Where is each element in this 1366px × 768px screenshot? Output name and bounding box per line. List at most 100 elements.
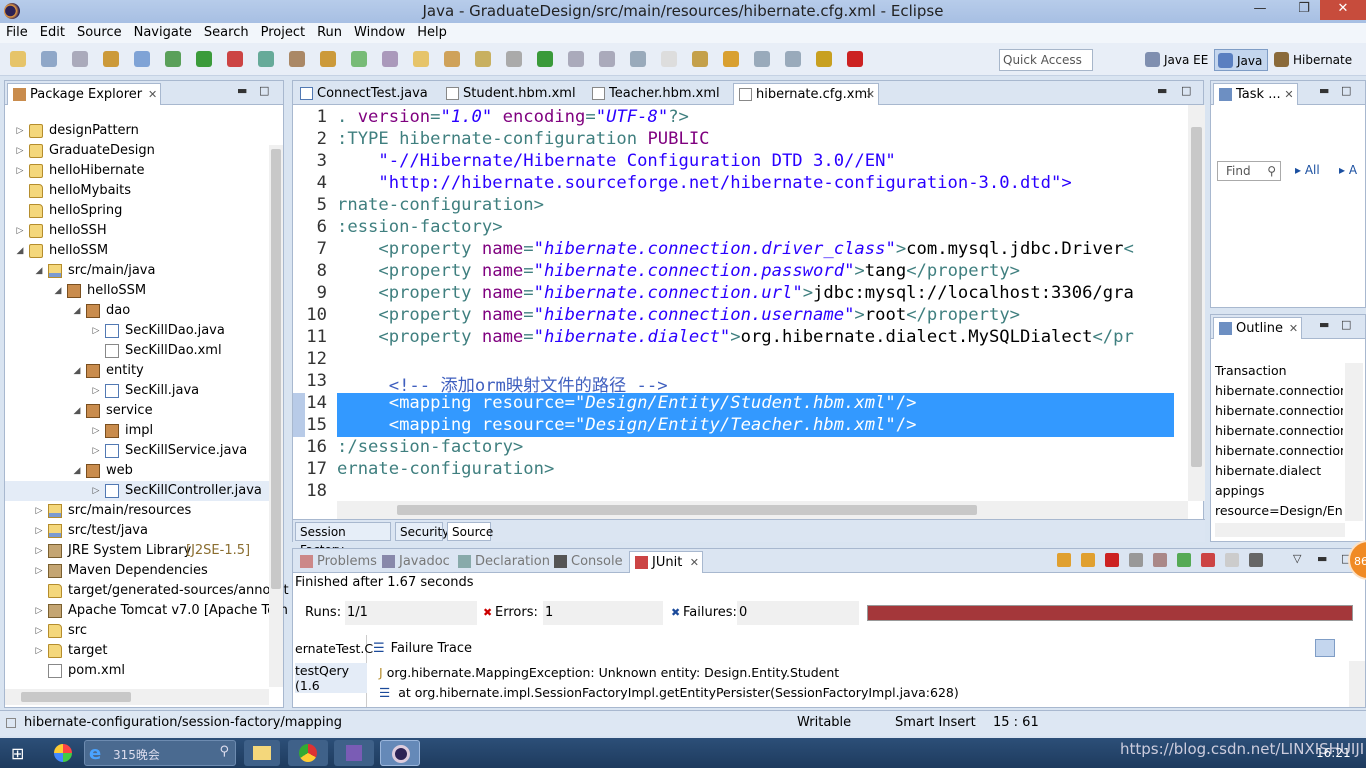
- tree-item[interactable]: ◢ service: [5, 401, 269, 421]
- outline-item[interactable]: hibernate.dialect: [1215, 463, 1321, 478]
- editor-hscrollbar[interactable]: [337, 501, 1188, 519]
- task-find-input[interactable]: Find ⚲: [1217, 161, 1281, 181]
- code-line[interactable]: <property name="hibernate.connection.url…: [337, 283, 1133, 303]
- outline-scrollbar[interactable]: [1345, 363, 1363, 521]
- expand-arrow-icon[interactable]: ▷: [15, 221, 25, 241]
- close-icon[interactable]: ✕: [1284, 84, 1293, 105]
- toolbar-tool-icon[interactable]: [41, 51, 57, 67]
- editor-mode-tab[interactable]: Session Factory: [295, 522, 391, 557]
- maximize-icon[interactable]: □: [1341, 318, 1351, 331]
- close-icon[interactable]: ✕: [690, 552, 699, 573]
- expand-arrow-icon[interactable]: ▷: [91, 381, 101, 401]
- toolbar-tool-icon[interactable]: [320, 51, 336, 67]
- xml-source-editor[interactable]: 1. version="1.0" encoding="UTF-8"?> 2:TYP…: [293, 105, 1188, 501]
- expand-arrow-icon[interactable]: ◢: [72, 301, 82, 321]
- tab-javadoc[interactable]: Javadoc: [377, 551, 451, 573]
- maximize-button[interactable]: ❐: [1290, 0, 1318, 20]
- expand-arrow-icon[interactable]: ◢: [72, 361, 82, 381]
- toolbar-tool-icon[interactable]: [258, 51, 274, 67]
- code-line[interactable]: <mapping resource="Design/Entity/Student…: [337, 393, 917, 413]
- tree-item[interactable]: ▷ GraduateDesign: [5, 141, 269, 161]
- perspective-java[interactable]: Java: [1214, 49, 1268, 71]
- junit-tool-icon[interactable]: [1225, 553, 1239, 567]
- menu-source[interactable]: Source: [71, 23, 128, 43]
- tab-junit[interactable]: JUnit ✕: [629, 551, 703, 573]
- tree-item[interactable]: ▷ Apache Tomcat v7.0 [Apache Tom: [5, 601, 288, 621]
- junit-tool-icon[interactable]: [1081, 553, 1095, 567]
- expand-arrow-icon[interactable]: ▷: [34, 641, 44, 661]
- toolbar-tool-icon[interactable]: [10, 51, 26, 67]
- junit-tool-icon[interactable]: [1153, 553, 1167, 567]
- close-icon[interactable]: ✕: [148, 84, 157, 105]
- minimize-icon[interactable]: ▬: [1157, 84, 1167, 97]
- perspective-java-ee[interactable]: Java EE: [1142, 49, 1212, 71]
- menu-project[interactable]: Project: [255, 23, 311, 43]
- tab-declaration[interactable]: Declaration: [453, 551, 550, 573]
- close-icon[interactable]: ✕: [1289, 318, 1298, 339]
- toolbar-tool-icon[interactable]: [754, 51, 770, 67]
- junit-tool-icon[interactable]: [1057, 553, 1071, 567]
- editor-tab[interactable]: ConnectTest.java: [295, 83, 435, 105]
- editor-vscrollbar[interactable]: [1188, 105, 1205, 501]
- junit-tool-icon[interactable]: [1105, 553, 1119, 567]
- code-line[interactable]: :ession-factory>: [337, 217, 503, 237]
- minimize-button[interactable]: —: [1246, 0, 1274, 20]
- expand-arrow-icon[interactable]: ▷: [34, 561, 44, 581]
- expand-arrow-icon[interactable]: ▷: [34, 541, 44, 561]
- toolbar-tool-icon[interactable]: [506, 51, 522, 67]
- editor-tab[interactable]: hibernate.cfg.xml ✕: [733, 83, 879, 105]
- taskbar-chrome[interactable]: [288, 740, 328, 766]
- tree-item[interactable]: ◢ web: [5, 461, 269, 481]
- test-class-item[interactable]: ernateTest.C: [295, 641, 373, 656]
- code-line[interactable]: "-//Hibernate/Hibernate Configuration DT…: [337, 151, 895, 171]
- tree-item[interactable]: helloMybaits: [5, 181, 269, 201]
- toolbar-tool-icon[interactable]: [475, 51, 491, 67]
- minimize-icon[interactable]: ▬: [1317, 552, 1327, 565]
- outline-item[interactable]: Transaction: [1215, 363, 1287, 378]
- code-line[interactable]: <mapping resource="Design/Entity/Teacher…: [337, 415, 917, 435]
- minimize-icon[interactable]: ▬: [237, 84, 247, 97]
- expand-arrow-icon[interactable]: ◢: [72, 401, 82, 421]
- tree-item[interactable]: ▷ src/main/resources: [5, 501, 269, 521]
- outline-item[interactable]: hibernate.connection.c: [1215, 383, 1343, 398]
- editor-tab[interactable]: Teacher.hbm.xml: [587, 83, 727, 105]
- menu-help[interactable]: Help: [411, 23, 453, 43]
- expand-arrow-icon[interactable]: ◢: [72, 461, 82, 481]
- tree-item[interactable]: SecKillDao.xml: [5, 341, 269, 361]
- expand-arrow-icon[interactable]: ▷: [15, 121, 25, 141]
- code-line[interactable]: <property name="hibernate.connection.pas…: [337, 261, 1020, 281]
- tree-item[interactable]: ▷ SecKill.java: [5, 381, 269, 401]
- app-360-button[interactable]: [48, 740, 78, 766]
- maximize-icon[interactable]: □: [1341, 84, 1351, 97]
- toolbar-tool-icon[interactable]: [444, 51, 460, 67]
- expand-arrow-icon[interactable]: ▷: [34, 521, 44, 541]
- tree-item[interactable]: ▷ JRE System Library [J2SE-1.5]: [5, 541, 269, 561]
- outline-item[interactable]: appings: [1215, 483, 1264, 498]
- menu-navigate[interactable]: Navigate: [128, 23, 198, 43]
- code-line[interactable]: <property name="hibernate.connection.dri…: [337, 239, 1133, 259]
- tree-item[interactable]: pom.xml: [5, 661, 269, 681]
- expand-arrow-icon[interactable]: ▷: [34, 621, 44, 641]
- start-button[interactable]: ⊞: [6, 740, 32, 766]
- tree-item[interactable]: ◢ dao: [5, 301, 269, 321]
- tree-item[interactable]: ◢ helloSSM: [5, 281, 269, 301]
- tree-item[interactable]: ▷ SecKillDao.java: [5, 321, 269, 341]
- tree-item[interactable]: ◢ src/main/java: [5, 261, 269, 281]
- quick-access-input[interactable]: Quick Access: [999, 49, 1093, 71]
- taskbar-search-box[interactable]: e 315晚会 ⚲: [84, 740, 236, 766]
- tree-item[interactable]: ▷ src: [5, 621, 269, 641]
- tree-item[interactable]: ▷ impl: [5, 421, 269, 441]
- tree-item[interactable]: ◢ helloSSM: [5, 241, 269, 261]
- editor-mode-tab[interactable]: Security: [395, 522, 449, 541]
- expand-arrow-icon[interactable]: ▷: [91, 481, 101, 501]
- menu-edit[interactable]: Edit: [34, 23, 71, 43]
- outline-item[interactable]: hibernate.connection.u: [1215, 423, 1343, 438]
- toolbar-tool-icon[interactable]: [630, 51, 646, 67]
- task-activate-link[interactable]: ▸ A: [1339, 163, 1357, 177]
- toolbar-tool-icon[interactable]: [785, 51, 801, 67]
- minimize-icon[interactable]: ▬: [1319, 318, 1329, 331]
- toolbar-tool-icon[interactable]: [847, 51, 863, 67]
- junit-tool-icon[interactable]: [1177, 553, 1191, 567]
- code-line[interactable]: <property name="hibernate.connection.use…: [337, 305, 1020, 325]
- toolbar-tool-icon[interactable]: [103, 51, 119, 67]
